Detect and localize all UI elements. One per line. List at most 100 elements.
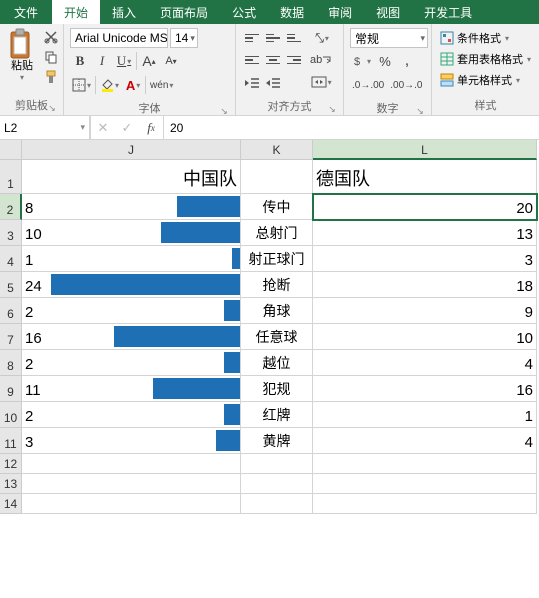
row-header-14[interactable]: 14 [0,494,22,514]
cell-J12[interactable] [22,454,241,474]
border-button[interactable]: ▾ [70,74,93,96]
row-header-8[interactable]: 8 [0,350,22,376]
grow-font-button[interactable]: A▴ [139,50,159,72]
cell-L3[interactable]: 13 [313,220,537,246]
italic-button[interactable]: I [92,50,112,72]
paste-dropdown-icon[interactable]: ▾ [20,73,24,82]
cell-K13[interactable] [241,474,313,494]
row-header-9[interactable]: 9 [0,376,22,402]
copy-button[interactable] [42,48,60,66]
column-header-J[interactable]: J [22,140,241,160]
clipboard-launcher-icon[interactable]: ↘ [47,103,57,113]
font-name-combo[interactable]: Arial Unicode MS▾ [70,28,168,48]
cell-K1[interactable] [241,160,313,194]
tab-file[interactable]: 文件 [0,0,52,24]
row-header-7[interactable]: 7 [0,324,22,350]
align-left-button[interactable] [242,50,262,70]
orientation-button[interactable]: ⤡▾ [308,28,334,48]
conditional-formatting-button[interactable]: 条件格式▾ [438,28,533,48]
tab-home[interactable]: 开始 [52,0,100,24]
cell-L12[interactable] [313,454,537,474]
row-header-4[interactable]: 4 [0,246,22,272]
wrap-text-button[interactable]: ab [308,50,334,70]
increase-decimal-button[interactable]: .0→.00 [350,74,386,96]
row-header-5[interactable]: 5 [0,272,22,298]
percent-button[interactable]: % [375,50,395,72]
cell-L2[interactable]: 20 [313,194,537,220]
cell-K12[interactable] [241,454,313,474]
merge-center-button[interactable]: ▾ [308,72,334,92]
cell-K9[interactable]: 犯规 [241,376,313,402]
cell-J4[interactable]: 1 [22,246,241,272]
cell-J5[interactable]: 24 [22,272,241,298]
cut-button[interactable] [42,28,60,46]
tab-page-layout[interactable]: 页面布局 [148,0,220,24]
font-color-button[interactable]: A▾ [123,74,143,96]
insert-function-button[interactable]: fx [139,120,163,136]
cell-styles-button[interactable]: 单元格样式▾ [438,70,533,90]
cell-J9[interactable]: 11 [22,376,241,402]
cell-J14[interactable] [22,494,241,514]
decrease-decimal-button[interactable]: .00→.0 [388,74,424,96]
cell-K2[interactable]: 传中 [241,194,313,220]
cell-L6[interactable]: 9 [313,298,537,324]
tab-review[interactable]: 审阅 [316,0,364,24]
paste-button[interactable]: 粘贴 ▾ [4,26,40,84]
name-box[interactable]: L2▾ [0,116,90,139]
cell-K8[interactable]: 越位 [241,350,313,376]
cell-J1[interactable]: 中国队 [22,160,241,194]
tab-developer[interactable]: 开发工具 [412,0,484,24]
comma-button[interactable]: , [397,50,417,72]
cell-L1[interactable]: 德国队 [313,160,537,194]
cell-K6[interactable]: 角球 [241,298,313,324]
accounting-format-button[interactable]: $▾ [350,50,373,72]
column-header-L[interactable]: L [313,140,537,160]
font-launcher-icon[interactable]: ↘ [219,106,229,116]
cell-K4[interactable]: 射正球门 [241,246,313,272]
tab-formulas[interactable]: 公式 [220,0,268,24]
fill-color-button[interactable]: ▾ [98,74,121,96]
select-all-corner[interactable] [0,140,22,160]
bold-button[interactable]: B [70,50,90,72]
cell-J8[interactable]: 2 [22,350,241,376]
format-painter-button[interactable] [42,68,60,86]
cell-J7[interactable]: 16 [22,324,241,350]
cell-L7[interactable]: 10 [313,324,537,350]
tab-data[interactable]: 数据 [268,0,316,24]
cell-J2[interactable]: 8 [22,194,241,220]
align-bottom-button[interactable] [284,28,304,48]
increase-indent-button[interactable] [263,72,283,94]
cell-K10[interactable]: 红牌 [241,402,313,428]
cells-area[interactable]: 中国队德国队8传中2010总射门131射正球门324抢断182角球916任意球1… [22,160,537,514]
cell-K14[interactable] [241,494,313,514]
row-header-11[interactable]: 11 [0,428,22,454]
cell-L14[interactable] [313,494,537,514]
row-header-2[interactable]: 2 [0,194,22,220]
tab-insert[interactable]: 插入 [100,0,148,24]
cell-L5[interactable]: 18 [313,272,537,298]
row-header-3[interactable]: 3 [0,220,22,246]
align-right-button[interactable] [284,50,304,70]
cell-K5[interactable]: 抢断 [241,272,313,298]
formula-cancel-button[interactable]: ✕ [91,120,115,136]
row-header-13[interactable]: 13 [0,474,22,494]
decrease-indent-button[interactable] [242,72,262,94]
cell-L9[interactable]: 16 [313,376,537,402]
align-center-button[interactable] [263,50,283,70]
underline-button[interactable]: U▾ [114,50,134,72]
cell-K7[interactable]: 任意球 [241,324,313,350]
row-header-1[interactable]: 1 [0,160,22,194]
cell-L8[interactable]: 4 [313,350,537,376]
align-middle-button[interactable] [263,28,283,48]
tab-view[interactable]: 视图 [364,0,412,24]
cell-J6[interactable]: 2 [22,298,241,324]
cell-L11[interactable]: 4 [313,428,537,454]
formula-enter-button[interactable]: ✓ [115,120,139,136]
cell-K11[interactable]: 黄牌 [241,428,313,454]
cell-L4[interactable]: 3 [313,246,537,272]
align-top-button[interactable] [242,28,262,48]
cell-J3[interactable]: 10 [22,220,241,246]
shrink-font-button[interactable]: A▾ [161,50,181,72]
format-as-table-button[interactable]: 套用表格格式▾ [438,49,533,69]
cell-L10[interactable]: 1 [313,402,537,428]
